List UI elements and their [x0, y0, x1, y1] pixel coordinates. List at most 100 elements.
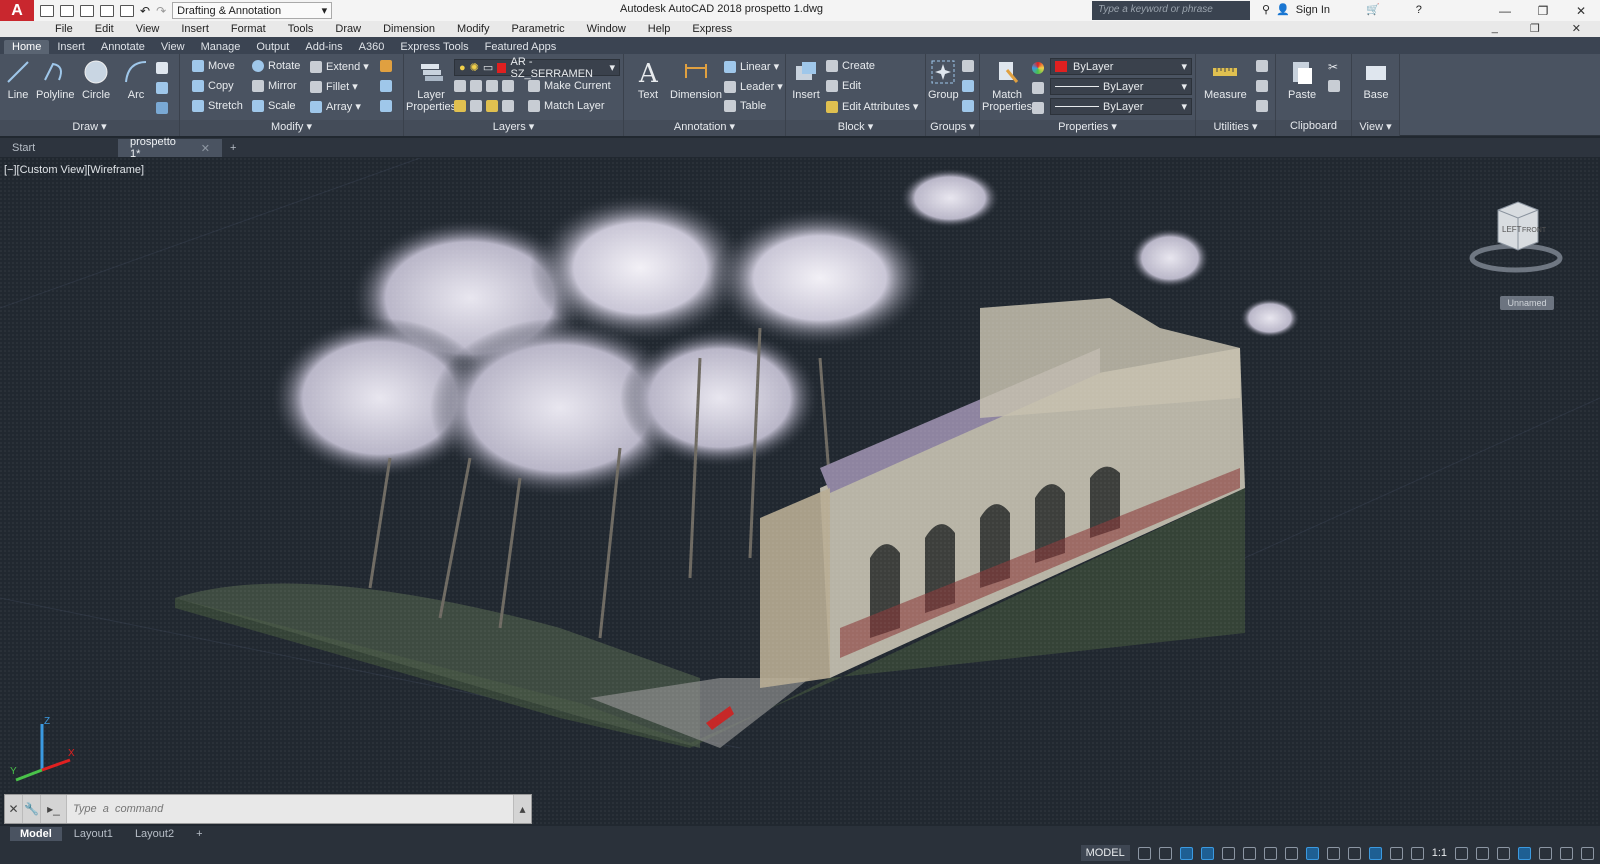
create-block-button[interactable]: Create: [826, 60, 875, 72]
save-icon[interactable]: [80, 4, 94, 17]
snap-mode-icon[interactable]: [1158, 846, 1172, 860]
dimension-tool[interactable]: Dimension: [670, 58, 722, 101]
doc-restore-icon[interactable]: ❐: [1519, 22, 1551, 35]
tab-view[interactable]: View: [153, 40, 193, 54]
layers-panel-label[interactable]: Layers ▾: [404, 120, 623, 136]
viewport-controls-label[interactable]: [−][Custom View][Wireframe]: [4, 164, 144, 176]
add-layout-icon[interactable]: +: [186, 827, 212, 841]
menu-dimension[interactable]: Dimension: [372, 23, 446, 35]
scale-tool[interactable]: Scale: [252, 100, 296, 112]
tab-output[interactable]: Output: [248, 40, 297, 54]
menu-help[interactable]: Help: [637, 23, 682, 35]
block-panel-label[interactable]: Block ▾: [786, 120, 925, 136]
linetype-dropdown[interactable]: ByLayer ▾: [1050, 78, 1192, 95]
customization-menu-icon[interactable]: [1581, 846, 1594, 860]
tab-featured-apps[interactable]: Featured Apps: [477, 40, 565, 54]
isolate-objects-icon[interactable]: [1518, 846, 1531, 860]
object-snap-tracking-icon[interactable]: [1284, 846, 1298, 860]
rotate-tool[interactable]: Rotate: [252, 60, 300, 72]
viewcube-left-face[interactable]: LEFT: [1502, 225, 1522, 234]
close-icon[interactable]: ✕: [1562, 0, 1600, 21]
new-tab-button[interactable]: +: [222, 139, 244, 157]
stretch-tool[interactable]: Stretch: [192, 100, 243, 112]
mirror-tool[interactable]: Mirror: [252, 80, 297, 92]
extend-tool[interactable]: Extend ▾: [310, 60, 369, 73]
transparency-icon[interactable]: [1347, 846, 1361, 860]
ortho-mode-icon[interactable]: [1221, 846, 1235, 860]
color-dropdown[interactable]: ByLayer ▾: [1050, 58, 1192, 75]
clipboard-panel-label[interactable]: Clipboard: [1276, 120, 1351, 136]
tab-a360[interactable]: A360: [351, 40, 393, 54]
copy-clip-icon[interactable]: [1328, 80, 1340, 92]
group-edit-icon[interactable]: [962, 80, 974, 92]
tab-layout1[interactable]: Layout1: [64, 827, 123, 841]
undo-icon[interactable]: ↶: [140, 4, 150, 18]
annotation-scale[interactable]: 1:1: [1432, 847, 1447, 859]
tab-prospetto[interactable]: prospetto 1* ✕: [118, 136, 222, 160]
menu-modify[interactable]: Modify: [446, 23, 500, 35]
hardware-acceleration-icon[interactable]: [1539, 846, 1552, 860]
cut-icon[interactable]: ✂: [1328, 60, 1338, 74]
close-tab-icon[interactable]: ✕: [201, 142, 210, 155]
offset-icon[interactable]: [380, 100, 392, 112]
units-icon[interactable]: [1497, 846, 1510, 860]
menu-express[interactable]: Express: [681, 23, 743, 35]
menu-format[interactable]: Format: [220, 23, 277, 35]
annotation-visibility-icon[interactable]: [1389, 846, 1403, 860]
layer-tools-row-2[interactable]: [454, 100, 514, 112]
selection-cycling-icon[interactable]: [1368, 846, 1382, 860]
redo-icon[interactable]: ↷: [156, 4, 166, 18]
command-input[interactable]: [67, 796, 513, 822]
recent-commands-icon[interactable]: ▸_: [41, 795, 67, 823]
close-command-icon[interactable]: ✕: [5, 795, 23, 823]
viewcube-front-face[interactable]: FRONT: [1522, 227, 1547, 234]
polyline-tool[interactable]: Polyline: [36, 58, 75, 101]
new-file-icon[interactable]: [40, 4, 54, 17]
linetype-icon[interactable]: [1032, 82, 1044, 94]
ucs-menu-button[interactable]: Unnamed: [1500, 296, 1554, 310]
array-tool[interactable]: Array ▾: [310, 100, 361, 113]
base-view-tool[interactable]: Base: [1362, 58, 1390, 101]
ungroup-icon[interactable]: [962, 60, 974, 72]
menu-file[interactable]: File: [44, 23, 84, 35]
help-icon[interactable]: ?: [1416, 4, 1422, 16]
save-as-icon[interactable]: [100, 4, 114, 17]
minimize-icon[interactable]: —: [1486, 0, 1524, 21]
menu-tools[interactable]: Tools: [277, 23, 325, 35]
make-current-button[interactable]: Make Current: [528, 80, 611, 92]
lineweight-icon[interactable]: [1032, 102, 1044, 114]
auto-scale-icon[interactable]: [1410, 846, 1424, 860]
point-id-icon[interactable]: [1256, 80, 1268, 92]
tab-model[interactable]: Model: [10, 827, 62, 841]
calculator-icon[interactable]: [1256, 100, 1268, 112]
clean-screen-icon[interactable]: [1560, 846, 1573, 860]
menu-window[interactable]: Window: [576, 23, 637, 35]
menu-edit[interactable]: Edit: [84, 23, 125, 35]
menu-parametric[interactable]: Parametric: [500, 23, 575, 35]
measure-tool[interactable]: Measure: [1204, 58, 1247, 101]
paste-tool[interactable]: Paste: [1288, 58, 1316, 101]
copy-tool[interactable]: Copy: [192, 80, 234, 92]
match-layer-button[interactable]: Match Layer: [528, 100, 605, 112]
erase-icon[interactable]: [380, 60, 392, 72]
rectangle-icon[interactable]: [156, 62, 168, 74]
grid-display-icon[interactable]: [1137, 846, 1151, 860]
layer-properties-tool[interactable]: Layer Properties: [406, 58, 456, 113]
table-button[interactable]: Table: [724, 100, 766, 112]
fillet-tool[interactable]: Fillet ▾: [310, 80, 358, 93]
lineweight-dropdown[interactable]: ByLayer ▾: [1050, 98, 1192, 115]
move-tool[interactable]: Move: [192, 60, 235, 72]
workspace-gear-icon[interactable]: [1455, 846, 1468, 860]
tab-annotate[interactable]: Annotate: [93, 40, 153, 54]
tab-start[interactable]: Start: [0, 139, 118, 157]
cart-icon[interactable]: 🛒: [1366, 3, 1380, 16]
utilities-panel-label[interactable]: Utilities ▾: [1196, 120, 1275, 136]
properties-panel-label[interactable]: Properties ▾: [980, 120, 1195, 136]
layer-dropdown[interactable]: ● ✺ ▭ AR - SZ_SERRAMEN ▾: [454, 56, 620, 80]
annotation-monitor-icon[interactable]: [1476, 846, 1489, 860]
print-icon[interactable]: [120, 4, 134, 17]
menu-insert[interactable]: Insert: [170, 23, 220, 35]
hatch-icon[interactable]: [156, 82, 168, 94]
explode-icon[interactable]: [380, 80, 392, 92]
insert-block-tool[interactable]: Insert: [792, 58, 820, 101]
